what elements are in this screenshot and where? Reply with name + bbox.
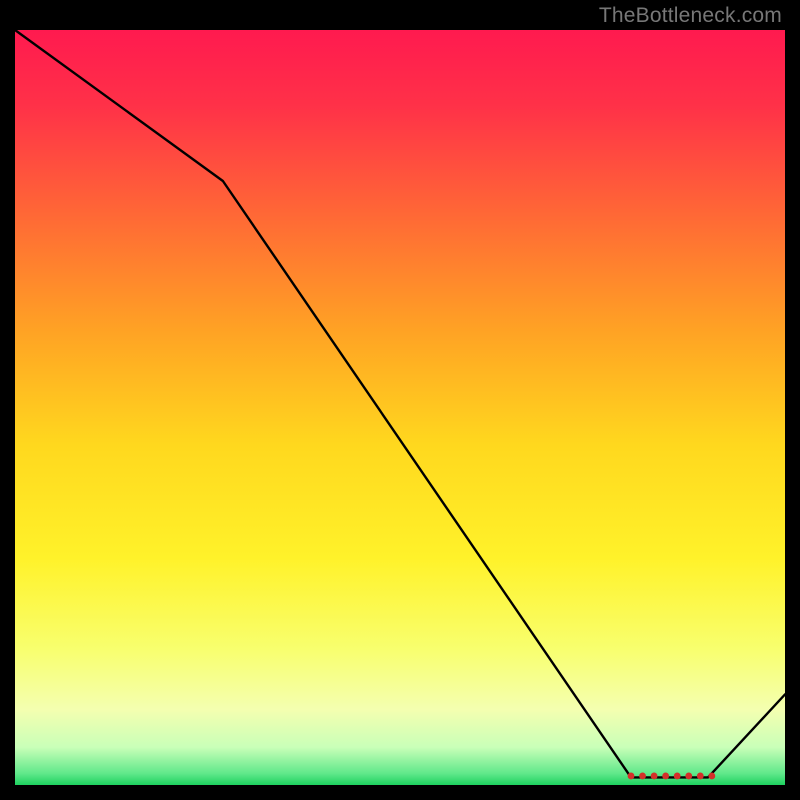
marker-dot bbox=[639, 773, 646, 780]
marker-dot bbox=[662, 773, 669, 780]
marker-dot bbox=[697, 773, 704, 780]
chart-frame bbox=[15, 30, 785, 785]
marker-dot bbox=[708, 773, 715, 780]
watermark-text: TheBottleneck.com bbox=[599, 4, 782, 28]
bottleneck-chart bbox=[15, 30, 785, 785]
marker-dot bbox=[651, 773, 658, 780]
marker-dot bbox=[674, 773, 681, 780]
marker-dot bbox=[685, 773, 692, 780]
marker-dot bbox=[628, 773, 635, 780]
gradient-background bbox=[15, 30, 785, 785]
